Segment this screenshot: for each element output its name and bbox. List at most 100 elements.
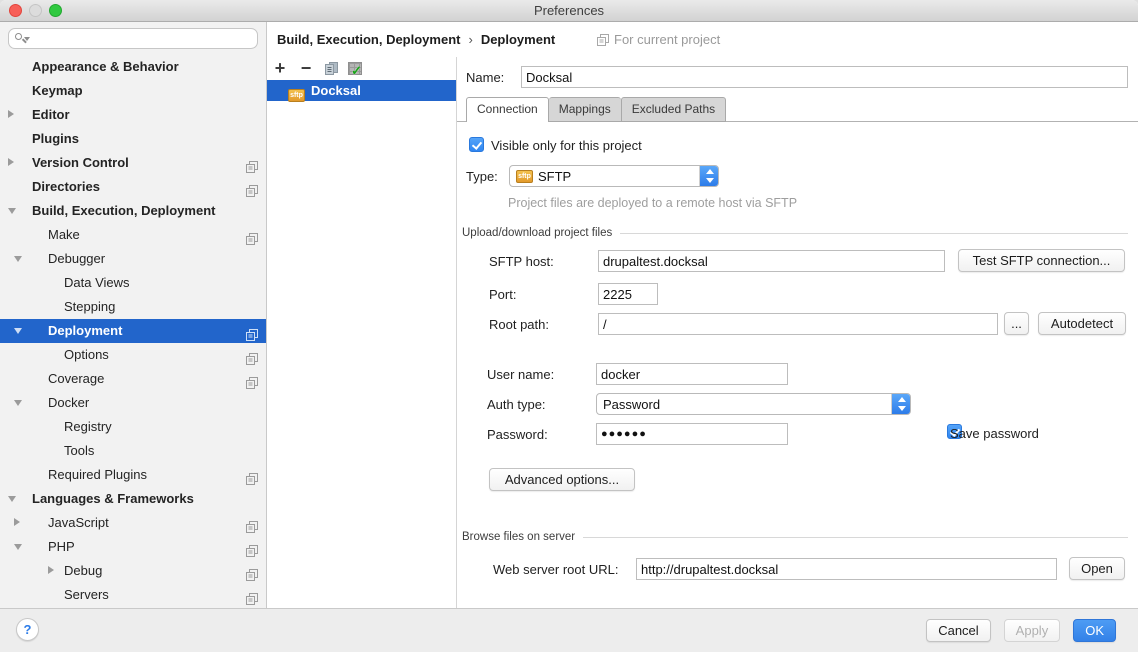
chevron-down-icon[interactable]: [14, 328, 22, 334]
sidebar-item-debug[interactable]: Debug: [0, 559, 266, 583]
root-path-input[interactable]: [598, 313, 998, 335]
chevron-down-icon[interactable]: [14, 256, 22, 262]
sidebar-item-label: Editor: [32, 103, 70, 127]
sidebar-item-tools[interactable]: Tools: [0, 439, 266, 463]
password-label: Password:: [487, 427, 548, 442]
sidebar-item-label: Coverage: [48, 367, 104, 391]
user-name-input[interactable]: [596, 363, 788, 385]
per-project-icon: [246, 521, 258, 533]
sidebar-item-stepping[interactable]: Stepping: [0, 295, 266, 319]
settings-tree: Appearance & BehaviorKeymapEditorPlugins…: [0, 55, 266, 608]
sidebar-item-label: Plugins: [32, 127, 79, 151]
chevron-down-icon[interactable]: [8, 208, 16, 214]
server-item-label: Docksal: [311, 83, 361, 98]
sidebar-item-javascript[interactable]: JavaScript: [0, 511, 266, 535]
tab-mappings[interactable]: Mappings: [549, 97, 621, 122]
web-root-label: Web server root URL:: [493, 562, 618, 577]
remove-server-button[interactable]: −: [297, 57, 315, 79]
help-button[interactable]: ?: [16, 618, 39, 641]
sidebar-item-required-plugins[interactable]: Required Plugins: [0, 463, 266, 487]
server-list-item-docksal[interactable]: sftpDocksal: [267, 80, 456, 101]
add-server-button[interactable]: +: [271, 57, 289, 79]
sftp-host-input[interactable]: [598, 250, 945, 272]
chevron-right-icon[interactable]: [8, 158, 14, 166]
autodetect-button[interactable]: Autodetect: [1038, 312, 1126, 335]
server-list-panel: + − ✓ s: [267, 57, 457, 608]
sidebar-item-php[interactable]: PHP: [0, 535, 266, 559]
browse-root-path-button[interactable]: ...: [1004, 312, 1029, 335]
breadcrumb-current: Deployment: [481, 32, 555, 47]
select-stepper-icon: [699, 166, 718, 186]
sidebar-item-directories[interactable]: Directories: [0, 175, 266, 199]
chevron-right-icon[interactable]: [48, 566, 54, 574]
auth-type-select[interactable]: Password: [596, 393, 911, 415]
sidebar-item-make[interactable]: Make: [0, 223, 266, 247]
root-path-label: Root path:: [489, 317, 549, 332]
sidebar-item-plugins[interactable]: Plugins: [0, 127, 266, 151]
web-root-input[interactable]: [636, 558, 1057, 580]
sidebar-item-keymap[interactable]: Keymap: [0, 79, 266, 103]
chevron-down-icon[interactable]: [14, 544, 22, 550]
port-label: Port:: [489, 287, 516, 302]
sidebar-item-label: Options: [64, 343, 109, 367]
type-hint: Project files are deployed to a remote h…: [508, 196, 797, 210]
per-project-icon: [246, 569, 258, 581]
chevron-down-icon[interactable]: [8, 496, 16, 502]
sidebar-item-languages-frameworks[interactable]: Languages & Frameworks: [0, 487, 266, 511]
per-project-icon: [246, 473, 258, 485]
sidebar-item-label: Stepping: [64, 295, 115, 319]
sidebar-item-editor[interactable]: Editor: [0, 103, 266, 127]
copy-server-button[interactable]: [321, 57, 341, 79]
ok-button[interactable]: OK: [1073, 619, 1116, 642]
port-input[interactable]: [598, 283, 658, 305]
sidebar-item-data-views[interactable]: Data Views: [0, 271, 266, 295]
sidebar-item-deployment[interactable]: Deployment: [0, 319, 266, 343]
sidebar-item-label: Debug: [64, 559, 102, 583]
select-stepper-icon: [891, 394, 910, 414]
scope-label: For current project: [614, 32, 720, 47]
tab-connection[interactable]: Connection: [466, 97, 549, 122]
per-project-icon: [246, 353, 258, 365]
sidebar-item-build-execution-deployment[interactable]: Build, Execution, Deployment: [0, 199, 266, 223]
use-as-default-button[interactable]: ✓: [345, 57, 365, 79]
test-sftp-connection-button[interactable]: Test SFTP connection...: [958, 249, 1125, 272]
sidebar-item-debugger[interactable]: Debugger: [0, 247, 266, 271]
chevron-right-icon[interactable]: [8, 110, 14, 118]
sidebar-item-coverage[interactable]: Coverage: [0, 367, 266, 391]
tab-excluded-paths[interactable]: Excluded Paths: [621, 97, 726, 122]
sidebar-item-label: Appearance & Behavior: [32, 55, 179, 79]
type-select[interactable]: sftpSFTP: [509, 165, 719, 187]
password-input[interactable]: [596, 423, 788, 445]
sidebar-item-appearance-behavior[interactable]: Appearance & Behavior: [0, 55, 266, 79]
breadcrumb-parent[interactable]: Build, Execution, Deployment: [277, 32, 460, 47]
per-project-icon: [597, 34, 609, 46]
chevron-down-icon[interactable]: [14, 400, 22, 406]
breadcrumb-bar: Build, Execution, Deployment›Deployment …: [267, 22, 1138, 57]
per-project-icon: [246, 545, 258, 557]
sftp-icon: sftp: [516, 170, 533, 183]
name-input[interactable]: [521, 66, 1128, 88]
advanced-options-button[interactable]: Advanced options...: [489, 468, 635, 491]
settings-sidebar: Appearance & BehaviorKeymapEditorPlugins…: [0, 22, 267, 608]
browse-group-label: Browse files on server: [462, 531, 575, 543]
per-project-icon: [246, 377, 258, 389]
sidebar-item-label: Directories: [32, 175, 100, 199]
visible-only-checkbox[interactable]: [469, 137, 484, 152]
deployment-form: Name: ConnectionMappingsExcluded Paths V…: [457, 57, 1138, 608]
sidebar-item-registry[interactable]: Registry: [0, 415, 266, 439]
open-url-button[interactable]: Open: [1069, 557, 1125, 580]
cancel-button[interactable]: Cancel: [926, 619, 990, 642]
sidebar-item-label: Version Control: [32, 151, 129, 175]
chevron-right-icon[interactable]: [14, 518, 20, 526]
sidebar-item-servers[interactable]: Servers: [0, 583, 266, 607]
sidebar-item-version-control[interactable]: Version Control: [0, 151, 266, 175]
visible-only-label: Visible only for this project: [491, 138, 642, 153]
apply-button[interactable]: Apply: [1004, 619, 1061, 642]
sidebar-item-docker[interactable]: Docker: [0, 391, 266, 415]
copy-icon: [324, 61, 339, 76]
sidebar-item-label: Make: [48, 223, 80, 247]
sidebar-item-options[interactable]: Options: [0, 343, 266, 367]
sidebar-item-label: Keymap: [32, 79, 83, 103]
settings-search-input[interactable]: [8, 28, 258, 49]
save-password-label: Save password: [950, 426, 1039, 441]
